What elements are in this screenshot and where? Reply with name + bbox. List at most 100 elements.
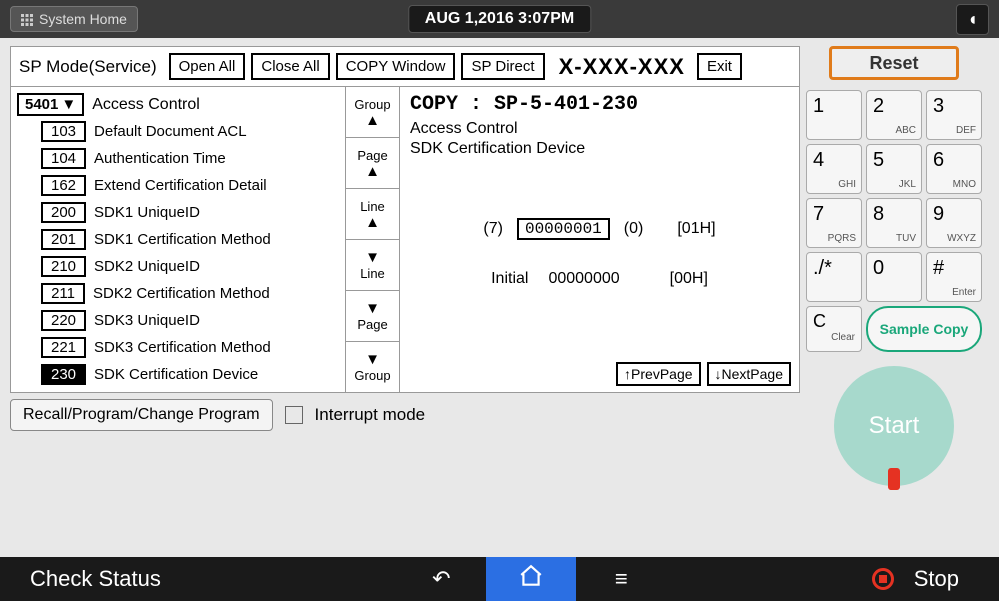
- sp-sub-code: 103: [41, 121, 86, 142]
- sp-list: 5401 ▼ Access Control 103 Default Documen…: [11, 87, 346, 392]
- main-sp-label: Access Control: [92, 96, 200, 114]
- keypad-key-1[interactable]: 1: [806, 90, 862, 140]
- sp-sub-label: Authentication Time: [94, 150, 226, 167]
- nav-column: Group▲ Page▲ Line▲ ▼Line ▼Page ▼Group: [346, 87, 400, 392]
- sp-sub-label: SDK1 Certification Method: [94, 231, 271, 248]
- main-sp-item[interactable]: 5401 ▼ Access Control: [13, 91, 343, 118]
- back-icon: ↶: [432, 566, 450, 592]
- sp-sub-label: SDK Certification Device: [94, 366, 258, 383]
- initial-value: 00000000: [548, 270, 619, 288]
- interrupt-checkbox[interactable]: [285, 406, 303, 424]
- sp-sub-item[interactable]: 230 SDK Certification Device: [13, 361, 343, 388]
- keypad-key-2[interactable]: 2ABC: [866, 90, 922, 140]
- sp-header: SP Mode(Service) Open All Close All COPY…: [11, 47, 799, 87]
- hex-value: [01H]: [677, 220, 715, 238]
- copy-window-button[interactable]: COPY Window: [336, 53, 456, 80]
- reset-button[interactable]: Reset: [829, 46, 959, 80]
- value-box[interactable]: 00000001: [517, 218, 610, 240]
- down-triangle-icon: ▼: [365, 352, 380, 367]
- dropdown-icon: ▼: [61, 96, 76, 113]
- keypad-key-[interactable]: ./*: [806, 252, 862, 302]
- open-all-button[interactable]: Open All: [169, 53, 246, 80]
- keypad-key-[interactable]: #Enter: [926, 252, 982, 302]
- sp-sub-label: Default Document ACL: [94, 123, 247, 140]
- sp-sub-item[interactable]: 200 SDK1 UniqueID: [13, 199, 343, 226]
- up-triangle-icon: ▲: [365, 164, 380, 179]
- page-up-button[interactable]: Page▲: [346, 138, 399, 189]
- home-icon: [518, 563, 544, 595]
- sp-sub-item[interactable]: 103 Default Document ACL: [13, 118, 343, 145]
- initial-label: Initial: [491, 270, 528, 288]
- group-up-button[interactable]: Group▲: [346, 87, 399, 138]
- sp-sub-item[interactable]: 104 Authentication Time: [13, 145, 343, 172]
- detail-copy-line: COPY : SP-5-401-230: [410, 93, 789, 116]
- stop-label[interactable]: Stop: [914, 566, 959, 592]
- close-all-button[interactable]: Close All: [251, 53, 329, 80]
- sp-sub-item[interactable]: 220SDK3 UniqueID: [13, 307, 343, 334]
- sp-sub-item[interactable]: 221 SDK3 Certification Method: [13, 334, 343, 361]
- sp-code-display: X-XXX-XXX: [559, 54, 685, 80]
- menu-icon: ≡: [615, 566, 628, 592]
- clear-button[interactable]: CClear: [806, 306, 862, 352]
- detail-line-2: SDK Certification Device: [410, 140, 789, 158]
- sp-sub-label: Extend Certification Detail: [94, 177, 267, 194]
- grid-icon: [21, 13, 33, 25]
- keypad-key-3[interactable]: 3DEF: [926, 90, 982, 140]
- bottom-nav: Check Status ↶ ≡ Stop: [0, 557, 999, 601]
- start-button[interactable]: Start: [834, 366, 954, 486]
- sp-sub-code: 104: [41, 148, 86, 169]
- sp-sub-code: 221: [41, 337, 86, 358]
- sp-sub-code: 200: [41, 202, 86, 223]
- next-page-button[interactable]: ↓NextPage: [707, 362, 791, 386]
- page-down-button[interactable]: ▼Page: [346, 291, 399, 342]
- datetime-display: AUG 1,2016 3:07PM: [408, 5, 591, 33]
- sp-direct-button[interactable]: SP Direct: [461, 53, 544, 80]
- start-indicator: [888, 468, 900, 490]
- bits-right: (0): [624, 220, 644, 238]
- sp-sub-code: 162: [41, 175, 86, 196]
- recall-program-button[interactable]: Recall/Program/Change Program: [10, 399, 273, 431]
- stop-icon[interactable]: [872, 568, 894, 590]
- keypad-key-5[interactable]: 5JKL: [866, 144, 922, 194]
- sp-panel: SP Mode(Service) Open All Close All COPY…: [10, 46, 800, 393]
- sample-copy-button[interactable]: Sample Copy: [866, 306, 982, 352]
- sp-sub-label: SDK3 Certification Method: [94, 339, 271, 356]
- keypad-key-9[interactable]: 9WXYZ: [926, 198, 982, 248]
- sp-sub-code: 210: [41, 256, 86, 277]
- sp-sub-item[interactable]: 162 Extend Certification Detail: [13, 172, 343, 199]
- up-triangle-icon: ▲: [365, 215, 380, 230]
- keypad-key-6[interactable]: 6MNO: [926, 144, 982, 194]
- keypad-key-4[interactable]: 4GHI: [806, 144, 862, 194]
- home-button[interactable]: [486, 557, 576, 601]
- keypad-key-8[interactable]: 8TUV: [866, 198, 922, 248]
- down-triangle-icon: ▼: [365, 250, 380, 265]
- sp-sub-code: 220: [41, 310, 86, 331]
- sp-detail: COPY : SP-5-401-230 Access Control SDK C…: [400, 87, 799, 392]
- sp-sub-code: 211: [41, 283, 85, 304]
- line-up-button[interactable]: Line▲: [346, 189, 399, 240]
- system-home-button[interactable]: System Home: [10, 6, 138, 32]
- detail-line-1: Access Control: [410, 120, 789, 138]
- menu-button[interactable]: ≡: [576, 557, 666, 601]
- sp-sub-item[interactable]: 211SDK2 Certification Method: [13, 280, 343, 307]
- sp-sub-code: 230: [41, 364, 86, 385]
- sp-sub-item[interactable]: 210 SDK2 UniqueID: [13, 253, 343, 280]
- sp-sub-label: SDK2 UniqueID: [94, 258, 200, 275]
- sleep-button[interactable]: ◖: [956, 4, 989, 35]
- initial-hex: [00H]: [670, 270, 708, 288]
- numeric-keypad: 12ABC3DEF 4GHI5JKL6MNO 7PQRS8TUV9WXYZ ./*0#…: [806, 90, 982, 302]
- system-home-label: System Home: [39, 11, 127, 27]
- check-status-button[interactable]: Check Status: [0, 566, 191, 592]
- sp-mode-title: SP Mode(Service): [19, 57, 157, 77]
- sp-sub-item[interactable]: 201SDK1 Certification Method: [13, 226, 343, 253]
- keypad-key-7[interactable]: 7PQRS: [806, 198, 862, 248]
- line-down-button[interactable]: ▼Line: [346, 240, 399, 291]
- keypad-key-0[interactable]: 0: [866, 252, 922, 302]
- group-down-button[interactable]: ▼Group: [346, 342, 399, 392]
- prev-page-button[interactable]: ↑PrevPage: [616, 362, 700, 386]
- up-triangle-icon: ▲: [365, 113, 380, 128]
- sp-sub-label: SDK1 UniqueID: [94, 204, 200, 221]
- exit-button[interactable]: Exit: [697, 53, 742, 80]
- back-button[interactable]: ↶: [396, 557, 486, 601]
- interrupt-label: Interrupt mode: [315, 405, 426, 425]
